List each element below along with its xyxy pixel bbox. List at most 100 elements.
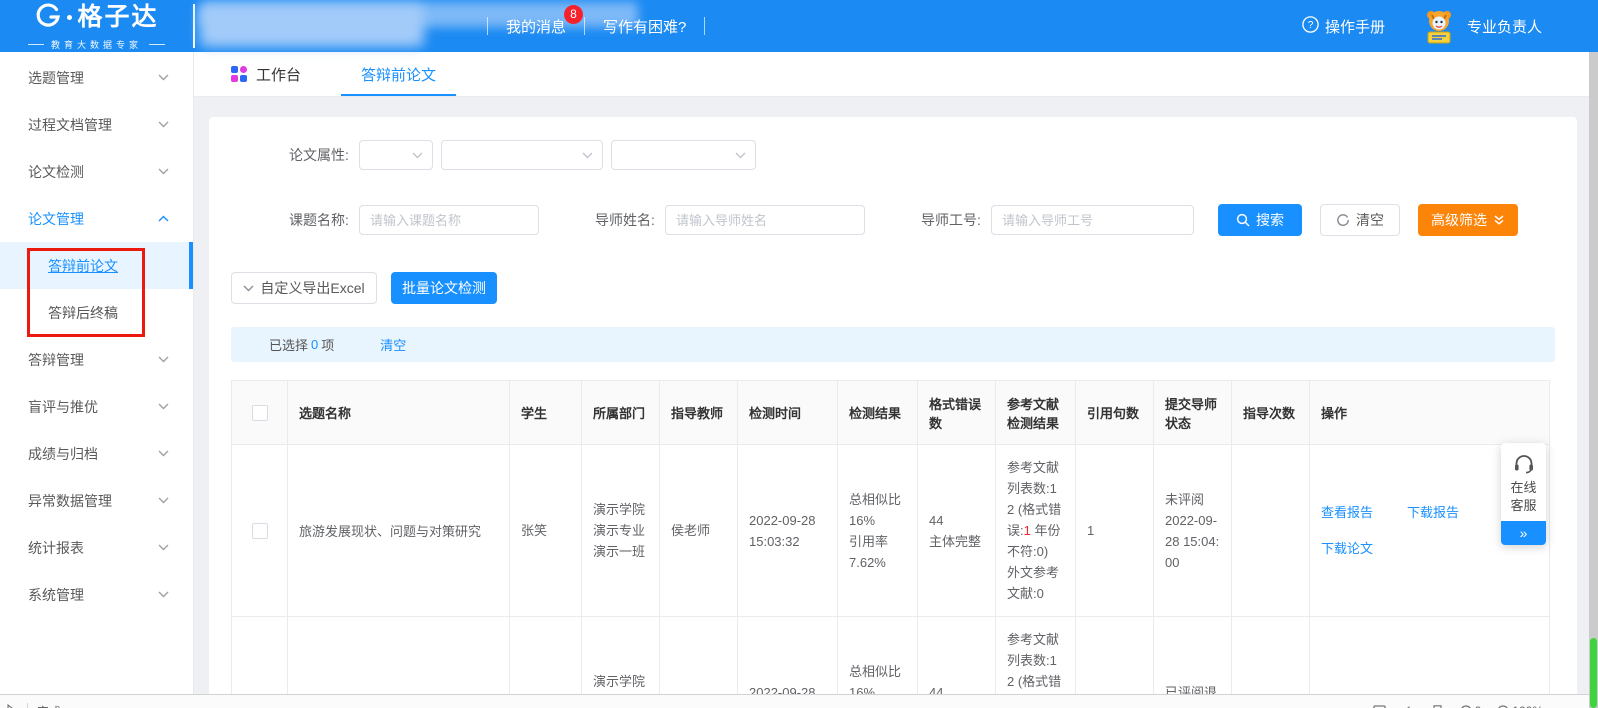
logo-dot-icon	[67, 15, 72, 20]
cell-submit-status: 未评阅 2022-09-28 15:04:00	[1154, 445, 1232, 617]
cell-reference-result: 参考文献列表数:12 (格式错误:1 年份不符:0) 外文参考文献:0	[996, 445, 1076, 617]
col-advisor: 指导教师	[660, 381, 738, 445]
my-messages-label: 我的消息	[506, 19, 566, 36]
scrollbar-thumb[interactable]	[1590, 638, 1597, 708]
service-expand-button[interactable]: »	[1501, 521, 1546, 545]
chevron-down-icon	[158, 591, 169, 598]
cell-advisor: 侯老师	[660, 445, 738, 617]
header-divider	[193, 4, 195, 48]
cell-topic: 旅游发展现状、问题与对策研究	[288, 445, 510, 617]
cell-department: 演示学院 演示专业 演示一班	[582, 445, 660, 617]
avatar[interactable]	[1420, 7, 1458, 45]
cell-student: 张笑	[510, 445, 582, 617]
sidebar-item-defense-management[interactable]: 答辩管理	[0, 336, 193, 383]
sidebar-item-statistics-report[interactable]: 统计报表	[0, 524, 193, 571]
sidebar-item-pre-defense-paper[interactable]: 答辩前论文	[0, 242, 193, 289]
download-paper-link[interactable]: 下载论文	[1321, 540, 1373, 558]
browser-status-bar: 完成 0 100%	[0, 694, 1589, 708]
advisor-name-input[interactable]	[665, 205, 865, 235]
col-submit-status: 提交导师状态	[1154, 381, 1232, 445]
topic-name-label: 课题名称:	[289, 210, 359, 230]
download-report-link[interactable]: 下载报告	[1407, 504, 1459, 522]
nav-separator	[704, 17, 705, 35]
topic-name-input[interactable]	[359, 205, 539, 235]
app-root: 格子达 教育大数据专家 我的消息 8 写作有困难? ? 操作手册	[0, 0, 1598, 708]
nav-my-messages[interactable]: 我的消息 8	[506, 16, 566, 37]
logo-row: 格子达	[34, 1, 158, 34]
col-topic-name: 选题名称	[288, 381, 510, 445]
format-line: 主体完整	[929, 531, 984, 552]
sidebar-item-label: 论文检测	[28, 162, 84, 182]
clear-button[interactable]: 清空	[1320, 204, 1400, 236]
operation-links: 查看报告 下载报告 下载论文	[1321, 504, 1473, 558]
sidebar-item-label: 成绩与归档	[28, 444, 98, 464]
advanced-filter-button[interactable]: 高级筛选	[1418, 204, 1518, 236]
sidebar-item-blind-review[interactable]: 盲评与推优	[0, 383, 193, 430]
customer-service-widget[interactable]: 在线 客服 »	[1501, 443, 1546, 545]
advanced-filter-label: 高级筛选	[1431, 210, 1487, 230]
paper-attribute-select-2[interactable]	[441, 140, 603, 170]
search-button[interactable]: 搜索	[1218, 204, 1302, 236]
export-excel-button[interactable]: 自定义导出Excel	[231, 272, 377, 304]
sidebar-item-topic-management[interactable]: 选题管理	[0, 54, 193, 101]
sidebar-item-abnormal-data[interactable]: 异常数据管理	[0, 477, 193, 524]
chevron-down-icon	[158, 168, 169, 175]
table-row: 旅游发展现状、问题与对策研究 张笑 演示学院 演示专业 演示一班 侯老师	[232, 445, 1550, 617]
sidebar-item-post-defense-final[interactable]: 答辩后终稿	[0, 289, 193, 336]
user-role[interactable]: 专业负责人	[1467, 16, 1542, 37]
customer-service-body: 在线 客服	[1501, 443, 1546, 521]
paper-attribute-select-3[interactable]	[611, 140, 756, 170]
paper-attribute-label: 论文属性:	[289, 145, 359, 165]
col-student: 学生	[510, 381, 582, 445]
sidebar-item-label: 选题管理	[28, 68, 84, 88]
time-line: 2022-09-28	[749, 510, 826, 531]
sidebar-item-system-management[interactable]: 系统管理	[0, 571, 193, 618]
dept-line: 演示专业	[593, 520, 648, 541]
sidebar-item-label: 答辩管理	[28, 350, 84, 370]
filter-row-search: 课题名称: 导师姓名: 导师工号: 搜索 清空 高级筛选	[289, 205, 1555, 235]
view-report-link[interactable]: 查看报告	[1321, 504, 1373, 522]
header-right: ? 操作手册 专业负责人	[1302, 0, 1542, 52]
export-excel-label: 自定义导出Excel	[260, 278, 364, 298]
manual-link[interactable]: ? 操作手册	[1302, 16, 1385, 37]
active-tab-underline	[341, 94, 456, 96]
sidebar-item-grades-archive[interactable]: 成绩与归档	[0, 430, 193, 477]
paper-attribute-select-1[interactable]	[359, 140, 433, 170]
result-line: 16%	[849, 510, 906, 531]
tab-workbench[interactable]: 工作台	[231, 52, 301, 96]
redacted-school-name-2	[200, 5, 424, 47]
submit-status: 未评阅	[1165, 489, 1220, 510]
nav-separator	[584, 17, 585, 35]
col-quote-count: 引用句数	[1076, 381, 1154, 445]
dept-line: 演示一班	[593, 541, 648, 562]
result-line: 7.62%	[849, 552, 906, 573]
vertical-scrollbar[interactable]	[1589, 52, 1598, 708]
selection-clear-link[interactable]: 清空	[380, 335, 406, 354]
brand-logo: 格子达 教育大数据专家	[0, 0, 193, 52]
double-chevron-down-icon	[1493, 214, 1505, 226]
grid-4-icon	[231, 66, 247, 82]
col-department: 所属部门	[582, 381, 660, 445]
filter-row-attributes: 论文属性:	[289, 140, 1555, 170]
question-circle-icon: ?	[1302, 16, 1319, 37]
sidebar-item-paper-check[interactable]: 论文检测	[0, 148, 193, 195]
sidebar-item-paper-management[interactable]: 论文管理	[0, 195, 193, 242]
cell-check-result: 总相似比 16% 引用率 7.62%	[838, 445, 918, 617]
chevron-down-icon	[158, 497, 169, 504]
nav-writing-help[interactable]: 写作有困难?	[603, 16, 686, 37]
tab-pre-defense-paper[interactable]: 答辩前论文	[361, 52, 436, 96]
row-checkbox[interactable]	[252, 523, 268, 539]
cell-check-time: 2022-09-28 15:03:32	[738, 445, 838, 617]
chevron-down-icon	[158, 544, 169, 551]
batch-check-button[interactable]: 批量论文检测	[391, 272, 497, 304]
main-content: 工作台 答辩前论文 论文属性:	[194, 52, 1589, 708]
brand-name: 格子达	[77, 5, 158, 30]
col-reference-result: 参考文献检测结果	[996, 381, 1076, 445]
advisor-name: 侯老师	[671, 520, 726, 541]
select-all-checkbox[interactable]	[252, 405, 268, 421]
tab-bar: 工作台 答辩前论文	[194, 52, 1589, 97]
sidebar-item-process-docs[interactable]: 过程文档管理	[0, 101, 193, 148]
advisor-id-input[interactable]	[991, 205, 1194, 235]
sidebar-item-label: 系统管理	[28, 585, 84, 605]
writing-help-label: 写作有困难?	[603, 19, 686, 36]
